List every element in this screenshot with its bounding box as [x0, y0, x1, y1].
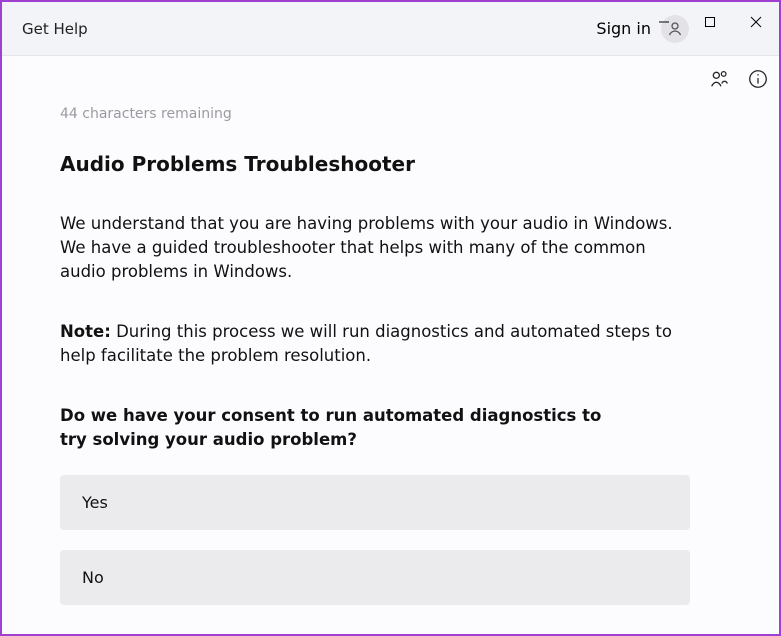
maximize-button[interactable]	[687, 2, 733, 42]
titlebar: Get Help Sign in	[2, 2, 779, 56]
note-paragraph: Note: During this process we will run di…	[60, 320, 700, 368]
yes-button[interactable]: Yes	[60, 475, 690, 530]
app-title: Get Help	[22, 20, 88, 38]
content-area: 44 characters remaining Audio Problems T…	[2, 56, 779, 634]
note-label: Note:	[60, 322, 111, 341]
consent-question: Do we have your consent to run automated…	[60, 404, 620, 452]
character-counter: 44 characters remaining	[60, 106, 731, 122]
section-title: Audio Problems Troubleshooter	[60, 152, 731, 176]
minimize-button[interactable]	[641, 2, 687, 42]
header-action-icons	[709, 68, 769, 90]
intro-paragraph: We understand that you are having proble…	[60, 212, 680, 284]
note-body: During this process we will run diagnost…	[60, 322, 672, 365]
info-icon[interactable]	[747, 68, 769, 90]
no-button[interactable]: No	[60, 550, 690, 605]
main-content: 44 characters remaining Audio Problems T…	[2, 56, 779, 634]
feedback-icon[interactable]	[709, 68, 731, 90]
window-frame: Get Help Sign in	[0, 0, 781, 636]
close-button[interactable]	[733, 2, 779, 42]
